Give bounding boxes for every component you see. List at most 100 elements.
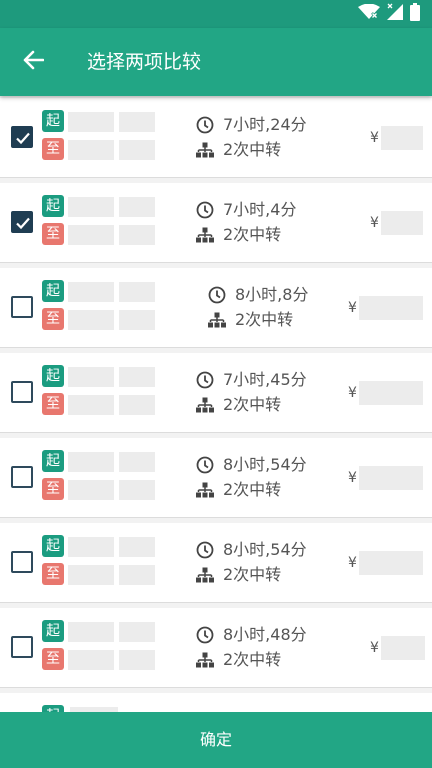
price-placeholder — [359, 551, 423, 575]
arrival-info-placeholder — [119, 480, 155, 500]
currency-symbol: ¥ — [348, 385, 357, 401]
price-placeholder — [381, 126, 423, 150]
clock-icon — [196, 116, 214, 138]
transfer-network-icon — [196, 227, 214, 247]
arrival-info-placeholder — [119, 225, 155, 245]
arrival-info-placeholder — [68, 395, 114, 415]
currency-symbol: ¥ — [370, 215, 379, 231]
departure-tag: 起 — [42, 365, 64, 387]
currency-symbol: ¥ — [348, 555, 357, 571]
arrow-left-icon — [22, 50, 45, 74]
departure-info-placeholder — [119, 112, 155, 132]
arrival-info-placeholder — [68, 565, 114, 585]
departure-info-placeholder — [68, 367, 114, 387]
select-checkbox[interactable] — [11, 551, 33, 573]
arrival-info-placeholder — [119, 650, 155, 670]
price-placeholder — [359, 296, 423, 320]
departure-tag: 起 — [42, 195, 64, 217]
signal-icon — [386, 3, 404, 25]
select-checkbox[interactable] — [11, 466, 33, 488]
arrival-tag: 至 — [42, 138, 64, 160]
departure-info-placeholder — [68, 537, 114, 557]
departure-info-placeholder — [68, 197, 114, 217]
route-card[interactable]: 起至 7小时,45分 2次中转 ¥ — [0, 353, 432, 433]
select-checkbox[interactable] — [11, 296, 33, 318]
arrival-info-placeholder — [119, 310, 155, 330]
arrival-info-placeholder — [68, 650, 114, 670]
transfer-network-icon — [196, 397, 214, 417]
price-placeholder — [359, 466, 423, 490]
duration-text: 8小时,8分 — [235, 285, 309, 304]
route-card[interactable]: 起至 8小时,8分 2次中转 ¥ — [0, 268, 432, 348]
departure-info-placeholder — [68, 452, 114, 472]
clock-icon — [208, 286, 226, 308]
arrival-tag: 至 — [42, 308, 64, 330]
app-bar: 选择两项比较 — [0, 28, 432, 96]
route-card[interactable]: 起至 7小时,24分 2次中转 ¥ — [0, 98, 432, 178]
transfer-network-icon — [196, 567, 214, 587]
status-bar — [0, 0, 432, 28]
transfer-count-text: 2次中转 — [223, 480, 282, 499]
departure-info-placeholder — [119, 452, 155, 472]
route-card[interactable]: 起至 8小时,54分 2次中转 ¥ — [0, 438, 432, 518]
route-card[interactable]: 起至 8小时,54分 2次中转 ¥ — [0, 523, 432, 603]
transfer-network-icon — [208, 312, 226, 332]
select-checkbox[interactable] — [11, 126, 33, 148]
departure-info-placeholder — [68, 112, 114, 132]
arrival-tag: 至 — [42, 478, 64, 500]
duration-text: 7小时,45分 — [223, 370, 307, 389]
arrival-info-placeholder — [68, 310, 114, 330]
arrival-info-placeholder — [119, 395, 155, 415]
select-checkbox[interactable] — [11, 636, 33, 658]
select-checkbox[interactable] — [11, 381, 33, 403]
currency-symbol: ¥ — [370, 130, 379, 146]
arrival-tag: 至 — [42, 393, 64, 415]
arrival-tag: 至 — [42, 223, 64, 245]
transfer-network-icon — [196, 142, 214, 162]
currency-symbol: ¥ — [348, 470, 357, 486]
price-placeholder — [381, 636, 425, 660]
transfer-network-icon — [196, 652, 214, 672]
price-placeholder — [359, 381, 423, 405]
departure-info-placeholder — [68, 622, 114, 642]
clock-icon — [196, 626, 214, 648]
price-placeholder — [381, 211, 423, 235]
currency-symbol: ¥ — [370, 640, 379, 656]
duration-text: 7小时,24分 — [223, 115, 307, 134]
battery-icon — [410, 3, 420, 25]
duration-text: 7小时,4分 — [223, 200, 297, 219]
back-button[interactable] — [16, 47, 50, 77]
departure-tag: 起 — [42, 620, 64, 642]
arrival-info-placeholder — [68, 140, 114, 160]
arrival-info-placeholder — [119, 140, 155, 160]
currency-symbol: ¥ — [348, 300, 357, 316]
departure-info-placeholder — [68, 282, 114, 302]
departure-info-placeholder — [119, 282, 155, 302]
wifi-off-icon — [358, 3, 380, 24]
clock-icon — [196, 456, 214, 478]
transfer-count-text: 2次中转 — [223, 395, 282, 414]
route-list[interactable]: 起至 7小时,24分 2次中转 ¥ 起至 7小时,4分 2次中转 ¥ 起至 8小时,8分 2次中转 ¥… — [0, 96, 432, 712]
confirm-button[interactable]: 确定 — [0, 712, 432, 768]
duration-text: 8小时,54分 — [223, 455, 307, 474]
transfer-network-icon — [196, 482, 214, 502]
arrival-info-placeholder — [68, 480, 114, 500]
clock-icon — [196, 541, 214, 563]
route-card-partial[interactable]: 起 — [0, 693, 432, 712]
transfer-count-text: 2次中转 — [223, 225, 282, 244]
arrival-info-placeholder — [68, 225, 114, 245]
transfer-count-text: 2次中转 — [223, 565, 282, 584]
arrival-info-placeholder — [119, 565, 155, 585]
transfer-count-text: 2次中转 — [235, 310, 294, 329]
departure-tag: 起 — [42, 705, 64, 712]
departure-tag: 起 — [42, 280, 64, 302]
route-card[interactable]: 起至 8小时,48分 2次中转 ¥ — [0, 608, 432, 688]
arrival-tag: 至 — [42, 648, 64, 670]
select-checkbox[interactable] — [11, 211, 33, 233]
duration-text: 8小时,54分 — [223, 540, 307, 559]
departure-info-placeholder — [119, 197, 155, 217]
departure-info-placeholder — [119, 622, 155, 642]
departure-tag: 起 — [42, 450, 64, 472]
route-card[interactable]: 起至 7小时,4分 2次中转 ¥ — [0, 183, 432, 263]
clock-icon — [196, 201, 214, 223]
